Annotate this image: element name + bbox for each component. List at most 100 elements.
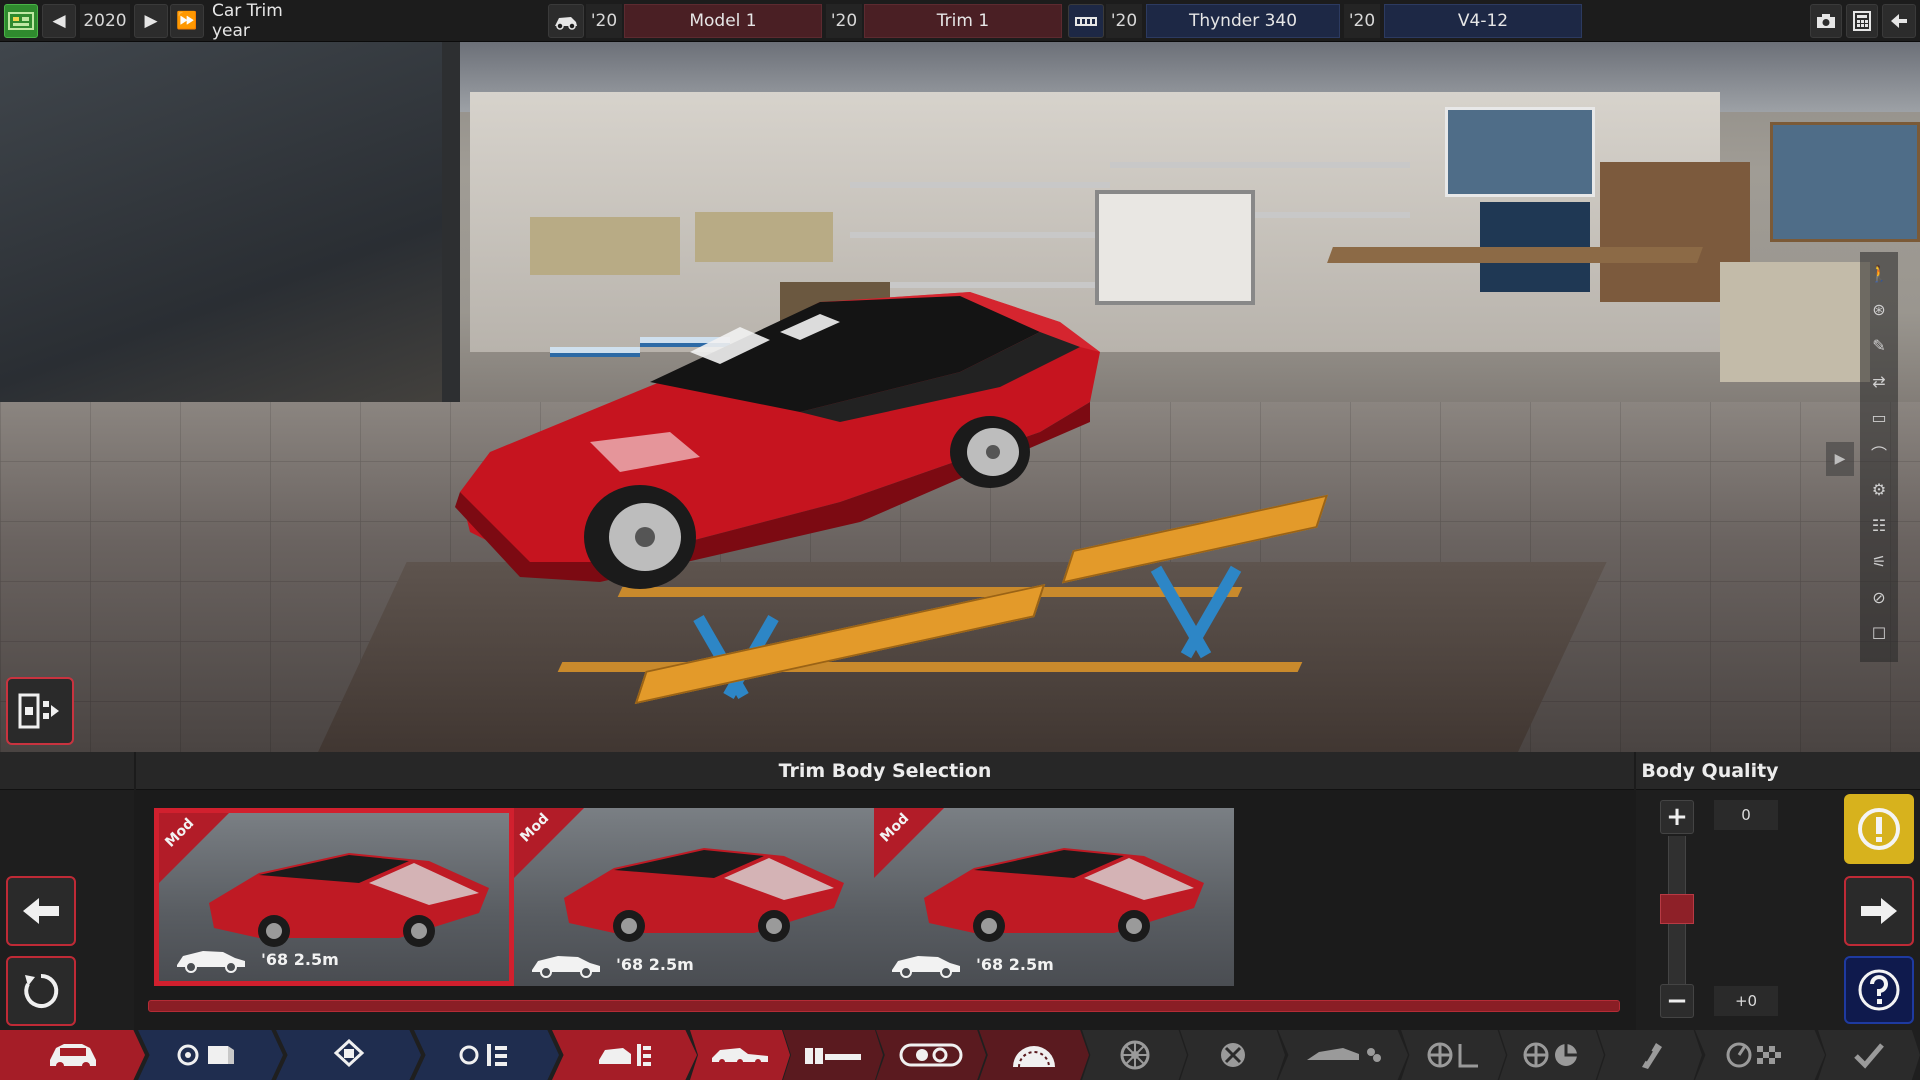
year-value: 2020 xyxy=(80,4,130,38)
tab-suspension[interactable] xyxy=(1082,1030,1187,1080)
garage-viewport[interactable]: ▶ 🚶 ⊛ ✎ ⇄ ▭ ⌒ ⚙ ☷ ⚟ ⊘ ☐ xyxy=(0,42,1920,752)
car-model-button[interactable] xyxy=(548,4,584,38)
right-controls xyxy=(1784,752,1920,1030)
body-card[interactable]: Mod '68 2.5m xyxy=(514,808,874,986)
app-logo-icon[interactable] xyxy=(4,4,38,38)
left-header xyxy=(0,752,134,790)
car-model-3d[interactable] xyxy=(440,292,1360,692)
body-quality-panel: Body Quality + 0 − +0 xyxy=(1636,752,1784,1030)
next-year-button[interactable]: ▶ xyxy=(134,4,168,38)
view-tool-engine[interactable]: ⚙ xyxy=(1866,476,1892,502)
view-tool-aero[interactable]: ⌒ xyxy=(1866,440,1892,466)
previous-step-button[interactable] xyxy=(6,876,76,946)
quality-value: 0 xyxy=(1714,800,1778,830)
view-tool-wheel[interactable]: ⊛ xyxy=(1866,296,1892,322)
quality-decrease-button[interactable]: − xyxy=(1660,984,1694,1018)
body-thumbnail xyxy=(564,848,844,942)
trim-body-panel: Trim Body Selection Mod '68 2.5m Mod '68… xyxy=(0,752,1920,1030)
tab-engine[interactable] xyxy=(276,1030,421,1080)
engine-icon xyxy=(333,1039,364,1068)
reset-icon xyxy=(24,973,59,1008)
shelf xyxy=(1110,162,1410,168)
chevron-right-icon: ▶ xyxy=(1834,451,1846,467)
tab-trim[interactable] xyxy=(552,1030,697,1080)
view-tool-checklist[interactable]: ☐ xyxy=(1866,620,1892,646)
model-year: '20 xyxy=(586,4,622,38)
tab-aero[interactable] xyxy=(1278,1030,1408,1080)
warnings-button[interactable] xyxy=(1844,794,1914,864)
interior-icon xyxy=(899,1043,963,1067)
fast-forward-button[interactable]: ⏩ xyxy=(170,4,204,38)
prev-icon: ◀ xyxy=(52,11,66,31)
tab-steering[interactable] xyxy=(1401,1030,1506,1080)
trim-name[interactable]: Trim 1 xyxy=(864,4,1062,38)
engine-variant-name[interactable]: V4-12 xyxy=(1384,4,1582,38)
camera-icon xyxy=(1817,14,1835,28)
view-tool-brakes[interactable]: ⊘ xyxy=(1866,584,1892,610)
model-name[interactable]: Model 1 xyxy=(624,4,822,38)
car-model-icon xyxy=(555,17,577,30)
card-footer: '68 2.5m xyxy=(173,945,339,973)
engine-trim-icon xyxy=(459,1044,507,1066)
body-card[interactable]: Mod '68 2.5m xyxy=(154,808,514,986)
body-icon: ▭ xyxy=(1871,407,1887,427)
tab-paint[interactable] xyxy=(979,1030,1089,1080)
fixture-mode-button[interactable] xyxy=(6,677,74,745)
fixture-editor-icon xyxy=(18,693,59,729)
suspension-icon: ⚟ xyxy=(1871,551,1887,571)
suspension-icon xyxy=(1120,1040,1149,1070)
app-root: ◀ 2020 ▶ ⏩ Car Trim year '20 Model 1 '20… xyxy=(0,0,1920,1080)
calculator-button[interactable] xyxy=(1846,4,1878,38)
car-icon xyxy=(49,1044,96,1070)
back-button[interactable] xyxy=(1882,4,1916,38)
back-icon xyxy=(1891,14,1907,28)
next-step-button[interactable] xyxy=(1844,876,1914,946)
quality-delta: +0 xyxy=(1714,986,1778,1016)
aero-icon: ⌒ xyxy=(1870,445,1887,464)
shelf xyxy=(850,182,1110,188)
view-tool-suspension[interactable]: ⚟ xyxy=(1866,548,1892,574)
engine-button[interactable] xyxy=(1068,4,1104,38)
tab-tyres[interactable] xyxy=(1499,1030,1604,1080)
tab-body[interactable] xyxy=(690,1030,790,1080)
quality-title: Body Quality xyxy=(1636,752,1784,790)
drawers xyxy=(1720,262,1870,382)
view-tool-body[interactable]: ▭ xyxy=(1866,404,1892,430)
paint-icon xyxy=(1013,1046,1055,1068)
tab-interior[interactable] xyxy=(876,1030,986,1080)
view-tool-gearbox[interactable]: ☷ xyxy=(1866,512,1892,538)
tab-test[interactable] xyxy=(1597,1030,1702,1080)
view-tool-paint[interactable]: ✎ xyxy=(1866,332,1892,358)
trim-icon xyxy=(598,1044,651,1066)
body-card[interactable]: Mod '68 2.5m xyxy=(874,808,1234,986)
person-icon: 🚶 xyxy=(1869,263,1889,283)
expand-toolbar-button[interactable]: ▶ xyxy=(1826,442,1854,476)
tab-fixtures[interactable] xyxy=(783,1030,883,1080)
reset-button[interactable] xyxy=(6,956,76,1026)
tab-brakes[interactable] xyxy=(1180,1030,1285,1080)
prev-year-button[interactable]: ◀ xyxy=(42,4,76,38)
design-stage-tabs xyxy=(0,1030,1920,1080)
tab-engine-family[interactable] xyxy=(138,1030,283,1080)
tab-car-model[interactable] xyxy=(0,1030,145,1080)
engine-family-name[interactable]: Thynder 340 xyxy=(1146,4,1340,38)
quality-increase-button[interactable]: + xyxy=(1660,800,1694,834)
checklist-icon: ☐ xyxy=(1871,623,1887,643)
shelf xyxy=(850,232,1110,238)
tab-complete[interactable] xyxy=(1818,1030,1920,1080)
finish-icon xyxy=(1726,1042,1781,1068)
quality-slider-handle[interactable] xyxy=(1660,894,1694,924)
left-controls xyxy=(0,752,134,1030)
help-icon xyxy=(1858,969,1900,1011)
body-year-size: '68 2.5m xyxy=(261,949,339,969)
card-footer: '68 2.5m xyxy=(528,950,694,978)
tab-engine-trim[interactable] xyxy=(414,1030,559,1080)
view-tool-person[interactable]: 🚶 xyxy=(1866,260,1892,286)
body-thumbnail xyxy=(209,853,489,947)
view-tool-chassis[interactable]: ⇄ xyxy=(1866,368,1892,394)
camera-button[interactable] xyxy=(1810,4,1842,38)
calculator-icon xyxy=(1853,11,1871,31)
help-button[interactable] xyxy=(1844,956,1914,1024)
tyres-icon xyxy=(1523,1042,1577,1068)
tab-finish-line[interactable] xyxy=(1695,1030,1825,1080)
